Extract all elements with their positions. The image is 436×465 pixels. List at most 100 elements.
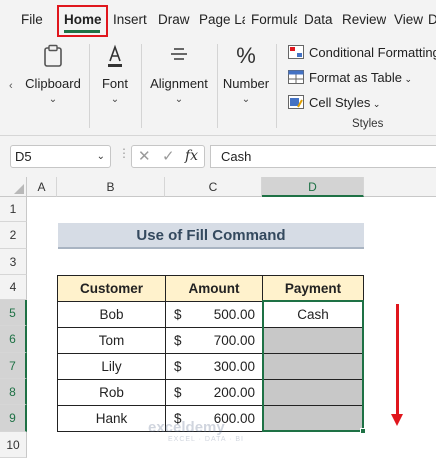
clipboard-group[interactable]: Clipboard ⌄ xyxy=(20,38,86,136)
align-icon xyxy=(144,44,214,70)
number-group[interactable]: % Number ⌄ xyxy=(220,38,272,136)
cancel-icon[interactable]: ✕ xyxy=(138,146,151,167)
customer-payment-table: Customer Amount Payment Bob $500.00 Cash… xyxy=(57,275,364,432)
select-all-button[interactable] xyxy=(0,177,27,197)
ribbon-scroll-left-icon[interactable]: ‹ xyxy=(9,80,13,92)
chevron-down-icon[interactable]: ⌄ xyxy=(97,146,105,167)
ribbon: ‹ Clipboard ⌄ Font ⌄ Alignment ⌄ % Numbe… xyxy=(0,38,436,136)
format-as-table-icon xyxy=(288,70,304,84)
payment-cell[interactable] xyxy=(262,405,364,432)
confirm-icon[interactable]: ✓ xyxy=(162,146,175,167)
amount-cell[interactable]: $500.00 xyxy=(165,301,263,328)
ribbon-divider xyxy=(89,44,90,128)
tab-data[interactable]: Data xyxy=(304,7,333,33)
ribbon-divider xyxy=(276,44,277,128)
tab-insert[interactable]: Insert xyxy=(113,7,147,33)
formula-input[interactable]: Cash xyxy=(210,145,436,168)
styles-group-label: Styles xyxy=(352,118,384,130)
name-box-value: D5 xyxy=(15,149,32,164)
format-as-table-label: Format as Table xyxy=(309,70,402,85)
column-header-d[interactable]: D xyxy=(262,177,364,197)
watermark-name: exceldemy xyxy=(148,419,225,436)
font-color-icon xyxy=(92,44,138,70)
chevron-down-icon: ⌄ xyxy=(110,94,120,105)
header-amount[interactable]: Amount xyxy=(165,275,263,302)
format-as-table-button[interactable]: Format as Table ⌄ xyxy=(288,68,412,88)
row-header-8[interactable]: 8 xyxy=(0,379,27,405)
cell-styles-label: Cell Styles xyxy=(309,95,371,110)
font-label: Font xyxy=(101,76,128,91)
chevron-down-icon: ⌄ xyxy=(241,94,251,105)
table-row: Tom $700.00 xyxy=(57,327,364,354)
row-header-9[interactable]: 9 xyxy=(0,405,27,432)
table-row: Bob $500.00 Cash xyxy=(57,301,364,328)
conditional-formatting-button[interactable]: Conditional Formatting ⌄ xyxy=(288,43,436,63)
currency-symbol: $ xyxy=(174,385,182,400)
cell-styles-button[interactable]: Cell Styles ⌄ xyxy=(288,93,380,113)
row-header-4[interactable]: 4 xyxy=(0,275,27,300)
amount-cell[interactable]: $200.00 xyxy=(165,379,263,406)
ribbon-divider xyxy=(141,44,142,128)
row-header-7[interactable]: 7 xyxy=(0,353,27,379)
sheet-title[interactable]: Use of Fill Command xyxy=(58,223,364,249)
clipboard-icon xyxy=(20,44,86,70)
column-header-c[interactable]: C xyxy=(165,177,262,197)
tab-view[interactable]: View xyxy=(394,7,423,33)
chevron-down-icon: ⌄ xyxy=(370,99,381,109)
row-header-10[interactable]: 10 xyxy=(0,432,27,458)
currency-symbol: $ xyxy=(174,359,182,374)
row-header-3[interactable]: 3 xyxy=(0,249,27,275)
insert-function-icon[interactable]: fx xyxy=(185,146,198,167)
chevron-down-icon: ⌄ xyxy=(48,94,58,105)
tab-review[interactable]: Review xyxy=(342,7,386,33)
table-row: Lily $300.00 xyxy=(57,353,364,380)
amount-cell[interactable]: $700.00 xyxy=(165,327,263,354)
tab-developer[interactable]: D xyxy=(428,7,436,33)
currency-symbol: $ xyxy=(174,333,182,348)
name-box[interactable]: D5 ⌄ xyxy=(10,145,111,168)
payment-cell[interactable] xyxy=(262,379,364,406)
cell-styles-icon xyxy=(288,95,304,109)
tab-page-layout[interactable]: Page La xyxy=(199,7,245,33)
conditional-formatting-icon xyxy=(288,45,304,59)
ribbon-tab-bar: File Home Insert Draw Page La Formula Da… xyxy=(0,0,436,38)
customer-cell[interactable]: Rob xyxy=(57,379,166,406)
formula-buttons: ✕ ✓ fx xyxy=(131,145,205,168)
header-customer[interactable]: Customer xyxy=(57,275,166,302)
row-header-1[interactable]: 1 xyxy=(0,197,27,222)
customer-cell[interactable]: Bob xyxy=(57,301,166,328)
column-header-b[interactable]: B xyxy=(57,177,165,197)
alignment-group[interactable]: Alignment ⌄ xyxy=(144,38,214,136)
row-header-6[interactable]: 6 xyxy=(0,326,27,353)
payment-cell[interactable]: Cash xyxy=(262,301,364,328)
conditional-formatting-label: Conditional Formatting xyxy=(309,45,436,60)
row-header-5[interactable]: 5 xyxy=(0,300,27,326)
header-payment[interactable]: Payment xyxy=(262,275,364,302)
tab-draw[interactable]: Draw xyxy=(158,7,190,33)
font-group[interactable]: Font ⌄ xyxy=(92,38,138,136)
worksheet-grid[interactable]: A B C D 1 2 3 4 5 6 7 8 9 10 Use of Fill… xyxy=(0,177,436,465)
payment-cell[interactable] xyxy=(262,353,364,380)
customer-cell[interactable]: Lily xyxy=(57,353,166,380)
tab-file[interactable]: File xyxy=(21,7,43,33)
percent-icon: % xyxy=(236,43,256,68)
customer-cell[interactable]: Tom xyxy=(57,327,166,354)
fill-handle[interactable] xyxy=(360,428,366,434)
chevron-down-icon: ⌄ xyxy=(401,74,413,84)
amount-cell[interactable]: $300.00 xyxy=(165,353,263,380)
ribbon-divider xyxy=(217,44,218,128)
arrow-down-icon xyxy=(391,414,403,426)
watermark-tagline: EXCEL · DATA · BI xyxy=(168,436,244,443)
number-label: Number xyxy=(222,76,270,91)
home-tab-highlight xyxy=(57,5,108,37)
tab-formulas[interactable]: Formula xyxy=(251,7,297,33)
alignment-label: Alignment xyxy=(150,76,208,91)
row-header-2[interactable]: 2 xyxy=(0,222,27,249)
drag-handle-icon[interactable]: ⋮ xyxy=(118,146,130,160)
clipboard-label: Clipboard xyxy=(25,76,81,91)
formula-bar: D5 ⌄ ⋮ ✕ ✓ fx Cash xyxy=(0,136,436,177)
chevron-down-icon: ⌄ xyxy=(174,94,184,105)
payment-cell[interactable] xyxy=(262,327,364,354)
column-header-a[interactable]: A xyxy=(27,177,57,197)
column-header-e[interactable] xyxy=(364,177,436,197)
